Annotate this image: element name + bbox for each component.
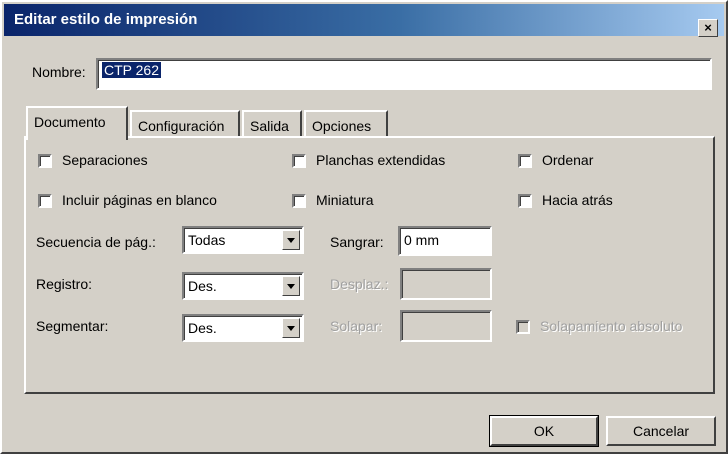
- solapamiento-absoluto-checkbox: [516, 320, 530, 334]
- tab-documento-label: Documento: [34, 114, 106, 130]
- segmentar-label: Segmentar:: [36, 318, 109, 334]
- incluir-paginas-label: Incluir páginas en blanco: [62, 192, 217, 208]
- planchas-extendidas-checkbox[interactable]: [292, 154, 306, 168]
- print-style-dialog: Editar estilo de impresión × Nombre: CTP…: [0, 0, 728, 454]
- tab-documento[interactable]: Documento: [26, 106, 128, 140]
- planchas-extendidas-label: Planchas extendidas: [316, 152, 446, 168]
- ok-button[interactable]: OK: [489, 415, 599, 447]
- separaciones-label: Separaciones: [62, 152, 148, 168]
- secuencia-value: Todas: [188, 232, 226, 248]
- registro-select[interactable]: Des.: [182, 272, 304, 300]
- tab-salida[interactable]: Salida: [242, 110, 302, 138]
- sangrar-input[interactable]: 0 mm: [398, 226, 492, 256]
- registro-value: Des.: [188, 278, 217, 294]
- chevron-down-icon[interactable]: [282, 276, 300, 296]
- name-input[interactable]: CTP 262: [96, 58, 712, 90]
- name-label: Nombre:: [32, 64, 86, 80]
- solapar-input: [400, 310, 492, 342]
- cancel-button[interactable]: Cancelar: [606, 416, 716, 446]
- sangrar-label: Sangrar:: [330, 234, 384, 250]
- chevron-down-icon[interactable]: [282, 230, 300, 250]
- secuencia-label: Secuencia de pág.:: [36, 234, 156, 250]
- close-icon[interactable]: ×: [698, 19, 718, 37]
- title-bar[interactable]: Editar estilo de impresión ×: [4, 4, 724, 37]
- segmentar-select[interactable]: Des.: [182, 314, 304, 342]
- tab-salida-label: Salida: [250, 118, 289, 134]
- hacia-atras-checkbox[interactable]: [518, 194, 532, 208]
- ordenar-checkbox[interactable]: [518, 154, 532, 168]
- secuencia-select[interactable]: Todas: [182, 226, 304, 254]
- name-value: CTP 262: [102, 62, 161, 78]
- solapamiento-absoluto-label: Solapamiento absoluto: [540, 318, 683, 334]
- dialog-title: Editar estilo de impresión: [14, 11, 198, 28]
- tab-panel-documento: Separaciones Planchas extendidas Ordenar…: [24, 136, 715, 394]
- hacia-atras-label: Hacia atrás: [542, 192, 613, 208]
- desplaz-label: Desplaz.:: [330, 276, 389, 292]
- incluir-paginas-checkbox[interactable]: [38, 194, 52, 208]
- tab-configuracion[interactable]: Configuración: [130, 110, 240, 138]
- segmentar-value: Des.: [188, 320, 217, 336]
- tab-opciones-label: Opciones: [312, 118, 372, 134]
- tab-configuracion-label: Configuración: [138, 118, 225, 134]
- miniatura-label: Miniatura: [316, 192, 374, 208]
- registro-label: Registro:: [36, 276, 93, 292]
- tab-opciones[interactable]: Opciones: [304, 110, 388, 138]
- chevron-down-icon[interactable]: [282, 318, 300, 338]
- solapar-label: Solapar:: [330, 318, 383, 334]
- sangrar-value: 0 mm: [404, 232, 439, 248]
- ordenar-label: Ordenar: [542, 152, 594, 168]
- separaciones-checkbox[interactable]: [38, 154, 52, 168]
- miniatura-checkbox[interactable]: [292, 194, 306, 208]
- desplaz-input: [400, 268, 492, 300]
